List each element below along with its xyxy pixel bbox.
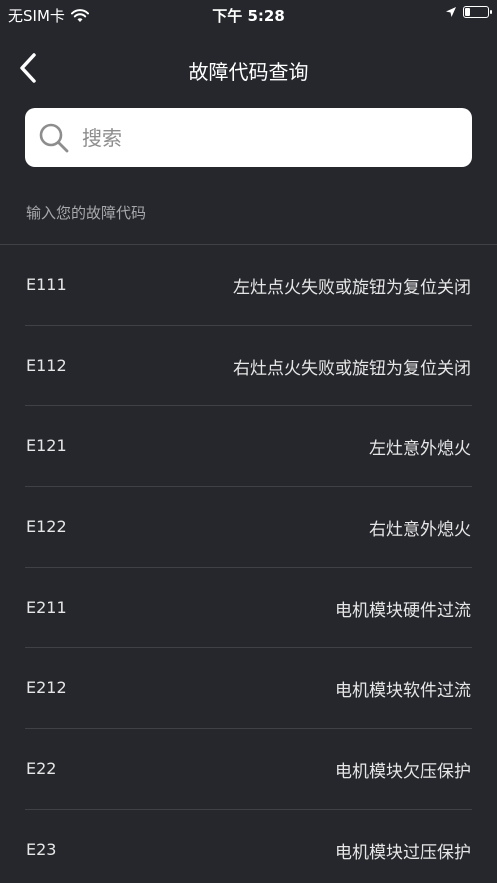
list-item[interactable]: E112 右灶点火失败或旋钮为复位关闭 bbox=[0, 326, 497, 407]
screen: 无SIM卡 下午 5:28 故障代码查询 搜索 输入您的故障代码 E111 左灶… bbox=[0, 0, 497, 883]
status-right bbox=[445, 6, 492, 18]
list-item[interactable]: E211 电机模块硬件过流 bbox=[0, 568, 497, 649]
fault-description: 左灶意外熄火 bbox=[369, 439, 471, 460]
search-input[interactable] bbox=[80, 124, 444, 151]
battery-level bbox=[465, 8, 470, 16]
list-item[interactable]: E111 左灶点火失败或旋钮为复位关闭 bbox=[0, 245, 497, 326]
fault-code: E111 bbox=[26, 275, 67, 294]
search-icon bbox=[39, 123, 69, 152]
fault-code: E23 bbox=[26, 839, 57, 859]
fault-code: E112 bbox=[26, 355, 67, 375]
list-item[interactable]: E121 左灶意外熄火 bbox=[0, 406, 497, 488]
status-time: 下午 5:28 bbox=[212, 7, 285, 25]
battery-icon bbox=[463, 6, 492, 18]
fault-description: 电机模块硬件过流 bbox=[335, 600, 471, 621]
nav-bar: 故障代码查询 bbox=[0, 40, 497, 96]
fault-code: E212 bbox=[26, 678, 67, 698]
status-bar: 无SIM卡 下午 5:28 bbox=[0, 0, 497, 30]
search-box[interactable] bbox=[25, 108, 472, 167]
fault-description: 电机模块过压保护 bbox=[335, 842, 471, 863]
list-item[interactable]: E122 右灶意外熄火 bbox=[0, 487, 497, 568]
fault-code: E211 bbox=[26, 597, 67, 617]
fault-description: 右灶意外熄火 bbox=[369, 520, 471, 541]
list-item[interactable]: E23 电机模块过压保护 bbox=[0, 810, 497, 883]
fault-code: E121 bbox=[26, 436, 67, 456]
fault-description: 右灶点火失败或旋钮为复位关闭 bbox=[233, 358, 471, 379]
fault-description: 左灶点火失败或旋钮为复位关闭 bbox=[233, 278, 471, 298]
list-item[interactable]: E22 电机模块欠压保护 bbox=[0, 729, 497, 810]
location-arrow-icon bbox=[446, 7, 456, 17]
list-item[interactable]: E212 电机模块软件过流 bbox=[0, 648, 497, 730]
fault-code-list: E111 左灶点火失败或旋钮为复位关闭 E112 右灶点火失败或旋钮为复位关闭 … bbox=[0, 245, 497, 883]
fault-code: E122 bbox=[26, 517, 67, 537]
fault-description: 电机模块欠压保护 bbox=[335, 762, 471, 783]
search-hint: 输入您的故障代码 bbox=[26, 204, 147, 222]
page-title: 故障代码查询 bbox=[188, 60, 309, 84]
fault-description: 电机模块软件过流 bbox=[335, 681, 471, 702]
fault-code: E22 bbox=[26, 759, 57, 779]
